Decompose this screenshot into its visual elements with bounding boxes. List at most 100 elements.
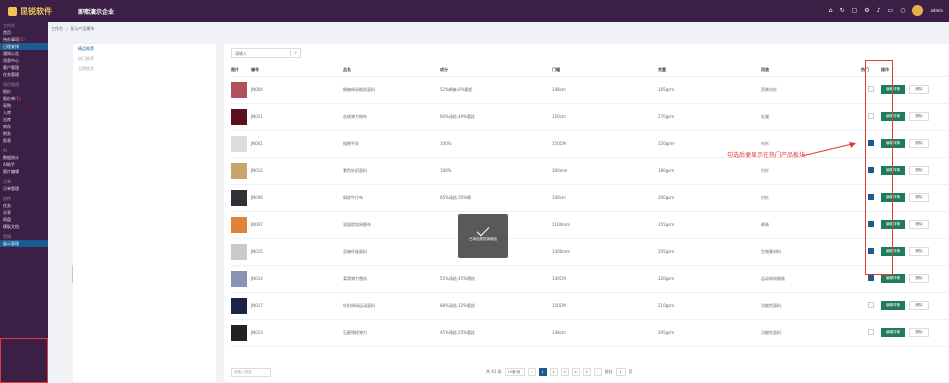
fabric-thumbnail[interactable] [231, 108, 247, 125]
edit-button[interactable]: 编辑详情 [881, 301, 905, 310]
delete-button[interactable]: 删除 [909, 85, 929, 94]
search-input[interactable] [232, 49, 291, 57]
sidebar-item[interactable]: 图片编辑 [0, 168, 48, 175]
fabric-thumbnail[interactable] [231, 135, 247, 152]
delete-button[interactable]: 删除 [909, 112, 929, 121]
use-cell: 衬衫 [761, 184, 861, 212]
sidebar-item[interactable]: 出库 [0, 116, 48, 123]
fabric-thumbnail[interactable] [231, 270, 247, 287]
delete-button[interactable]: 删除 [909, 328, 929, 337]
fabric-thumbnail[interactable] [231, 216, 247, 233]
message-icon[interactable]: ▭ [888, 7, 894, 14]
fabric-thumbnail[interactable] [231, 243, 247, 260]
code-cell: JN012 [251, 157, 343, 185]
edit-button[interactable]: 编辑详情 [881, 274, 905, 283]
code-cell: JN007 [251, 211, 343, 239]
page-number-button[interactable]: 3 [560, 368, 569, 376]
page-number-button[interactable]: 4 [571, 368, 580, 376]
sidebar-item[interactable]: 库存 [0, 123, 48, 130]
home-icon[interactable]: ⌂ [829, 7, 833, 14]
composition-cell: 52%棉麻,8%氨纶 [440, 76, 552, 104]
category-link[interactable]: 精品推荐 [73, 44, 216, 54]
delete-button[interactable]: 删除 [909, 193, 929, 202]
fabric-thumbnail[interactable] [231, 297, 247, 314]
next-page-button[interactable]: › [593, 368, 602, 376]
annotation-arrow-icon [801, 142, 856, 157]
page-number-button[interactable]: 5 [582, 368, 591, 376]
breadcrumb-home[interactable]: 工作台 [51, 26, 63, 32]
actions-cell: 编辑详情 删除 [881, 292, 949, 320]
sidebar-item[interactable]: 采购 [0, 102, 48, 109]
page-number-button[interactable]: 1 [538, 368, 547, 376]
sidebar-item[interactable]: 报价 [0, 88, 48, 95]
hot-checkbox[interactable] [868, 302, 874, 308]
logo-icon [8, 6, 17, 16]
category-link[interactable]: 热门推荐 [73, 54, 216, 64]
sidebar-item[interactable]: 展示管理 [0, 240, 48, 247]
search-icon[interactable]: ⌕ [290, 49, 300, 57]
delete-button[interactable]: 删除 [909, 139, 929, 148]
sidebar-item[interactable]: 数据统计 [0, 154, 48, 161]
theme-icon[interactable]: ○ [900, 7, 905, 14]
settings-icon[interactable]: ⚙ [864, 7, 869, 14]
sidebar-item[interactable]: 网盘 [0, 216, 48, 223]
table-footer: 请输入筛选 共 41 条 10条/页 ‹ 12345 › 前往 1 页 [231, 366, 943, 378]
fullscreen-icon[interactable]: ▢ [852, 7, 858, 14]
fabric-thumbnail[interactable] [231, 189, 247, 206]
filter-input[interactable]: 请输入筛选 [231, 367, 271, 377]
goto-input[interactable]: 1 [615, 368, 626, 376]
fabric-thumbnail[interactable] [231, 324, 247, 341]
sidebar-item-label: 工作台 [3, 22, 15, 28]
composition-cell: 60%涤纶,40%氨纶 [440, 103, 552, 131]
sidebar-item[interactable]: 待办事项 (1) [0, 36, 48, 43]
brand-name: 昆锐软件 [20, 6, 52, 16]
brand-logo[interactable]: 昆锐软件 [0, 0, 70, 22]
sidebar-item[interactable]: AI助手 [0, 161, 48, 168]
sidebar-item[interactable]: 入库 [0, 109, 48, 116]
hot-checkbox[interactable] [868, 329, 874, 335]
user-name[interactable]: admin [930, 8, 943, 13]
table-row: JN015 亚麻纤维面料 1400mm 205gsm 生物基材料 编辑详情 删除 [231, 238, 949, 266]
sidebar-item[interactable]: 客户管理 [0, 64, 48, 71]
sidebar-item-label: 展示管理 [3, 240, 19, 246]
delete-button[interactable]: 删除 [909, 301, 929, 310]
sidebar-item[interactable]: 通知公告 [0, 50, 48, 57]
sidebar-item-label: 日程安排 [3, 43, 19, 49]
sidebar-item-label: 采购 [3, 102, 11, 108]
sidebar-item[interactable]: 日程安排 [0, 43, 48, 50]
fabric-thumbnail[interactable] [231, 81, 247, 98]
sidebar-item[interactable]: 任务管理 [0, 71, 48, 78]
page-number-button[interactable]: 2 [549, 368, 558, 376]
sidebar-item[interactable]: 财务 [0, 130, 48, 137]
toast-message: 已添加到热销商品 [469, 237, 497, 241]
hot-checkbox[interactable] [868, 275, 874, 281]
sidebar-item[interactable]: 任务 [0, 202, 48, 209]
category-link[interactable]: 品牌推荐 [73, 64, 216, 74]
delete-button[interactable]: 删除 [909, 166, 929, 175]
sidebar-item[interactable]: 模板文档 [0, 223, 48, 230]
use-cell: 裤装 [761, 211, 861, 239]
name-cell: 斜纹牛仔布 [343, 184, 440, 212]
image-cell [231, 265, 251, 293]
fabric-thumbnail[interactable] [231, 162, 247, 179]
sidebar-item[interactable]: 消息中心 [0, 57, 48, 64]
refresh-icon[interactable]: ↻ [840, 7, 845, 14]
sidebar-item[interactable]: 首页 [0, 29, 48, 36]
sidebar-item[interactable]: 报表 [0, 137, 48, 144]
sidebar-item[interactable]: 订单管理 [0, 185, 48, 192]
delete-button[interactable]: 删除 [909, 220, 929, 229]
sidebar-item-label: 任务 [3, 202, 11, 208]
delete-button[interactable]: 删除 [909, 274, 929, 283]
edit-button[interactable]: 编辑详情 [881, 328, 905, 337]
sidebar-item[interactable]: 分享 [0, 209, 48, 216]
delete-button[interactable]: 删除 [909, 247, 929, 256]
company-name: 即熙演示企业 [78, 8, 115, 16]
avatar[interactable] [912, 5, 924, 16]
sidebar-item[interactable]: 报价单 (1) [0, 95, 48, 102]
sidebar-item-label: 协作 [3, 195, 11, 201]
composition-cell: 55%涤纶,45%锦纶 [440, 265, 552, 293]
goto-suffix: 页 [628, 369, 633, 374]
prev-page-button[interactable]: ‹ [527, 368, 536, 376]
page-size-select[interactable]: 10条/页 [504, 368, 525, 376]
bell-icon[interactable]: ♪ [877, 7, 881, 14]
